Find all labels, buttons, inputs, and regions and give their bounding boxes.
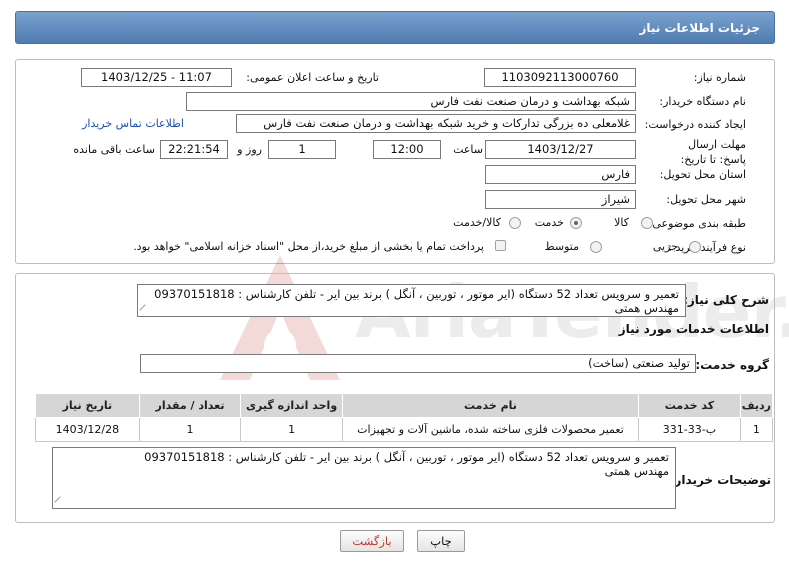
buyer-notes-textarea[interactable]: تعمیر و سرویس تعداد 52 دستگاه (ایر موتور… [52, 447, 676, 509]
col-unit: واحد اندازه گیری [240, 393, 343, 418]
cell-quantity: 1 [138, 417, 242, 442]
treasury-note: پرداخت تمام یا بخشی از مبلغ خرید،از محل … [133, 240, 484, 253]
remaining-days-label: روز و [237, 143, 262, 156]
category-label: طبقه بندی موضوعی: [648, 217, 746, 230]
deadline-time-field[interactable]: 12:00 [373, 140, 441, 159]
process-option-medium-radio[interactable] [590, 241, 602, 253]
remaining-time-field[interactable]: 22:21:54 [160, 140, 228, 159]
treasury-checkbox[interactable] [495, 240, 506, 251]
summary-textarea[interactable]: تعمیر و سرویس تعداد 52 دستگاه (ایر موتور… [137, 284, 686, 317]
announce-datetime-label: تاریخ و ساعت اعلان عمومی: [246, 71, 379, 84]
need-number-field[interactable]: 1103092113000760 [484, 68, 636, 87]
page-title: جزئیات اطلاعات نیاز [639, 21, 760, 35]
service-group-label: گروه خدمت: [695, 358, 769, 372]
requester-label: ایجاد کننده درخواست: [644, 118, 746, 131]
services-section-title: اطلاعات خدمات مورد نیاز [618, 322, 769, 336]
category-option-service-label: خدمت [534, 216, 564, 229]
summary-line-1: تعمیر و سرویس تعداد 52 دستگاه (ایر موتور… [154, 287, 679, 301]
print-button[interactable]: چاپ [417, 530, 465, 552]
col-need-date: تاریخ نیاز [35, 393, 140, 418]
buyer-notes-line-1: تعمیر و سرویس تعداد 52 دستگاه (ایر موتور… [144, 450, 669, 464]
category-option-service-radio[interactable] [570, 217, 582, 229]
process-option-medium-label: متوسط [544, 240, 579, 253]
col-row-number: ردیف [739, 393, 774, 418]
col-service-name: نام خدمت [341, 393, 640, 418]
back-button[interactable]: بازگشت [340, 530, 404, 552]
province-field[interactable]: فارس [485, 165, 636, 184]
buyer-org-field[interactable]: شبکه بهداشت و درمان صنعت نفت فارس [186, 92, 636, 111]
service-group-field[interactable]: تولید صنعتی (ساخت) [140, 354, 696, 373]
category-option-goods-service-label: کالا/خدمت [453, 216, 501, 229]
city-field[interactable]: شیراز [485, 190, 636, 209]
col-quantity: تعداد / مقدار [138, 393, 242, 418]
remaining-days-field[interactable]: 1 [268, 140, 336, 159]
summary-label: شرح کلی نیاز: [683, 293, 769, 307]
col-service-code: کد خدمت [638, 393, 741, 418]
page-header: جزئیات اطلاعات نیاز [15, 11, 775, 44]
deadline-label: مهلت ارسال پاسخ: تا تاریخ: [680, 138, 746, 166]
process-label: نوع فرآیند خرید : [668, 241, 746, 254]
category-option-goods-radio[interactable] [641, 217, 653, 229]
need-number-label: شماره نیاز: [693, 71, 746, 84]
process-option-minor-radio[interactable] [689, 241, 701, 253]
table-header-row: ردیف کد خدمت نام خدمت واحد اندازه گیری ت… [35, 393, 774, 418]
cell-service-code: ب-33-331 [638, 417, 741, 442]
summary-line-2: مهندس همتی [614, 301, 679, 315]
city-label: شهر محل تحویل: [666, 193, 746, 206]
table-row[interactable]: 1 ب-33-331 تعمیر محصولات فلزی ساخته شده،… [35, 417, 774, 442]
category-option-goods-label: کالا [614, 216, 629, 229]
category-option-goods-service-radio[interactable] [509, 217, 521, 229]
buyer-contact-link[interactable]: اطلاعات تماس خریدار [82, 117, 184, 130]
deadline-date-field[interactable]: 1403/12/27 [485, 140, 636, 159]
cell-unit: 1 [240, 417, 343, 442]
province-label: استان محل تحویل: [659, 168, 746, 181]
services-table: ردیف کد خدمت نام خدمت واحد اندازه گیری ت… [35, 393, 774, 442]
process-option-minor-label: جزیی [652, 240, 678, 253]
need-details-panel [15, 59, 775, 264]
cell-need-date: 1403/12/28 [35, 417, 140, 442]
buyer-notes-label: توضیحات خریدار: [669, 473, 771, 487]
buyer-org-label: نام دستگاه خریدار: [659, 95, 746, 108]
deadline-time-label: ساعت [453, 143, 483, 156]
resize-handle-icon[interactable] [54, 496, 66, 508]
cell-service-name: تعمیر محصولات فلزی ساخته شده، ماشین آلات… [341, 417, 640, 442]
remaining-time-label: ساعت باقی مانده [73, 143, 155, 156]
announce-datetime-field[interactable]: 1403/12/25 - 11:07 [81, 68, 232, 87]
cell-row-number: 1 [739, 417, 774, 442]
buyer-notes-line-2: مهندس همتی [604, 464, 669, 478]
requester-field[interactable]: غلامعلی ده بزرگی تدارکات و خرید شبکه بهد… [236, 114, 636, 133]
